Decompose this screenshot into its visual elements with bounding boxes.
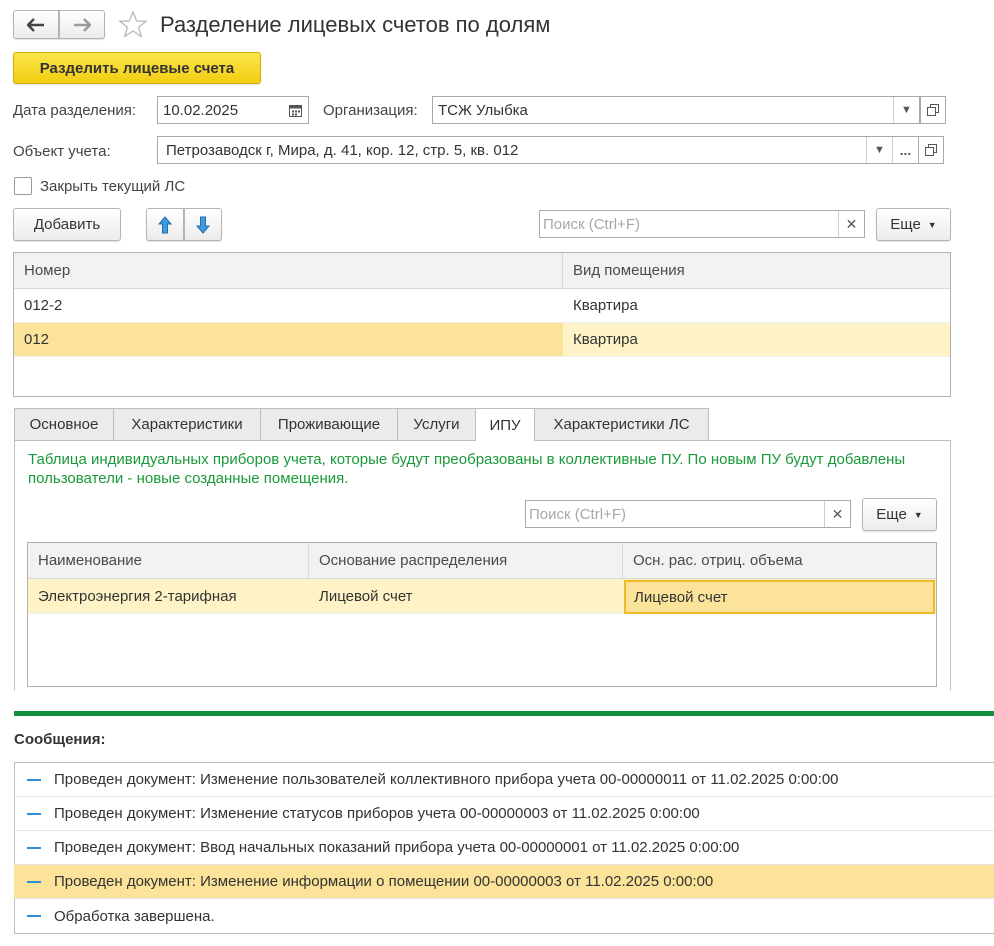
- accounts-table: Номер Вид помещения 012-2 Квартира 012 К…: [13, 252, 951, 397]
- message-item[interactable]: Проведен документ: Ввод начальных показа…: [14, 831, 994, 865]
- close-current-account-checkbox[interactable]: [14, 177, 32, 195]
- forward-button[interactable]: [59, 10, 105, 39]
- tab-characteristics[interactable]: Характеристики: [113, 408, 261, 440]
- tab-main[interactable]: Основное: [14, 408, 114, 440]
- move-up-button[interactable]: [146, 208, 184, 241]
- ipu-table-header: Наименование Основание распределения Осн…: [28, 543, 936, 579]
- message-text: Обработка завершена.: [54, 907, 215, 925]
- object-label: Объект учета:: [13, 143, 111, 160]
- cell-distribution-basis: Лицевой счет: [319, 587, 413, 605]
- cell-number: 012: [14, 323, 563, 356]
- message-item[interactable]: Проведен документ: Изменение статусов пр…: [14, 797, 994, 831]
- chevron-down-icon: ▼: [927, 219, 937, 230]
- column-header-room-type[interactable]: Вид помещения: [563, 253, 950, 288]
- date-value: 10.02.2025: [163, 101, 239, 119]
- message-item-selected[interactable]: Проведен документ: Изменение информации …: [14, 865, 994, 899]
- accounts-table-header: Номер Вид помещения: [14, 253, 950, 289]
- dropdown-arrow-icon[interactable]: ▼: [866, 137, 892, 163]
- tab-ipu[interactable]: ИПУ: [475, 408, 535, 441]
- arrow-left-icon: [27, 17, 44, 32]
- object-field[interactable]: Петрозаводск г, Мира, д. 41, кор. 12, ст…: [157, 136, 919, 164]
- search-input[interactable]: Поиск (Ctrl+F): [540, 216, 838, 233]
- message-text: Проведен документ: Изменение пользовател…: [54, 771, 839, 788]
- date-field[interactable]: 10.02.2025: [157, 96, 309, 124]
- dash-icon: [27, 778, 41, 781]
- tab-residents[interactable]: Проживающие: [260, 408, 398, 440]
- tab-services[interactable]: Услуги: [397, 408, 476, 440]
- chevron-down-icon: ▼: [913, 509, 923, 520]
- close-current-account-label: Закрыть текущий ЛС: [40, 178, 186, 195]
- message-item[interactable]: Проведен документ: Изменение пользовател…: [14, 763, 994, 797]
- dash-icon: [27, 915, 41, 917]
- add-button[interactable]: Добавить: [13, 208, 121, 241]
- ipu-info-text: Таблица индивидуальных приборов учета, к…: [28, 451, 906, 487]
- organization-value: ТСЖ Улыбка: [438, 101, 528, 119]
- arrow-right-icon: [74, 17, 91, 32]
- cell-room-type: Квартира: [573, 297, 638, 314]
- dash-icon: [27, 846, 41, 849]
- favorite-star-icon[interactable]: [118, 10, 148, 40]
- tab-account-characteristics[interactable]: Характеристики ЛС: [534, 408, 709, 440]
- table-row-selected[interactable]: Электроэнергия 2-тарифная Лицевой счет Л…: [28, 579, 936, 614]
- ipu-more-button[interactable]: Еще ▼: [862, 498, 937, 531]
- message-text: Проведен документ: Ввод начальных показа…: [54, 839, 740, 856]
- dash-icon: [27, 812, 41, 815]
- messages-title: Сообщения:: [14, 731, 106, 748]
- dropdown-arrow-icon[interactable]: ▼: [893, 97, 919, 123]
- clear-icon[interactable]: ✕: [824, 501, 850, 527]
- ipu-search[interactable]: Поиск (Ctrl+F) ✕: [525, 500, 851, 528]
- cell-number: 012-2: [24, 297, 63, 314]
- more-label: Еще: [890, 216, 921, 233]
- message-text: Проведен документ: Изменение информации …: [54, 873, 714, 890]
- cell-negative-volume-basis[interactable]: Лицевой счет: [624, 580, 935, 614]
- column-header-name[interactable]: Наименование: [28, 543, 309, 578]
- more-label: Еще: [876, 506, 907, 523]
- search-input[interactable]: Поиск (Ctrl+F): [526, 506, 824, 523]
- table1-search[interactable]: Поиск (Ctrl+F) ✕: [539, 210, 865, 238]
- message-item[interactable]: Обработка завершена.: [14, 899, 994, 933]
- open-window-icon: [925, 144, 937, 156]
- clear-icon[interactable]: ✕: [838, 211, 864, 237]
- page-title: Разделение лицевых счетов по долям: [160, 12, 551, 37]
- messages-divider: [14, 711, 994, 716]
- back-button[interactable]: [13, 10, 59, 39]
- column-header-negative-volume-basis[interactable]: Осн. рас. отриц. объема: [623, 543, 936, 578]
- ipu-table: Наименование Основание распределения Осн…: [27, 542, 937, 687]
- move-down-button[interactable]: [184, 208, 222, 241]
- arrow-down-icon: [196, 216, 210, 234]
- dash-icon: [27, 880, 41, 883]
- column-header-distribution-basis[interactable]: Основание распределения: [309, 543, 623, 578]
- cell-name: Электроэнергия 2-тарифная: [38, 587, 237, 605]
- open-organization-button[interactable]: [920, 96, 946, 124]
- organization-label: Организация:: [323, 102, 418, 119]
- split-accounts-button[interactable]: Разделить лицевые счета: [13, 52, 261, 84]
- table-row-selected[interactable]: 012 Квартира: [14, 323, 950, 357]
- open-object-button[interactable]: [918, 136, 944, 164]
- calendar-icon[interactable]: [282, 97, 308, 123]
- arrow-up-icon: [158, 215, 172, 233]
- date-label: Дата разделения:: [13, 102, 137, 119]
- column-header-number[interactable]: Номер: [14, 253, 563, 288]
- message-text: Проведен документ: Изменение статусов пр…: [54, 805, 700, 822]
- cell-room-type: Квартира: [573, 331, 638, 348]
- table1-more-button[interactable]: Еще ▼: [876, 208, 951, 241]
- object-value: Петрозаводск г, Мира, д. 41, кор. 12, ст…: [166, 141, 519, 159]
- table-row[interactable]: 012-2 Квартира: [14, 289, 950, 323]
- organization-field[interactable]: ТСЖ Улыбка ▼: [432, 96, 920, 124]
- open-window-icon: [927, 104, 939, 116]
- select-ellipsis-icon[interactable]: ...: [892, 137, 918, 163]
